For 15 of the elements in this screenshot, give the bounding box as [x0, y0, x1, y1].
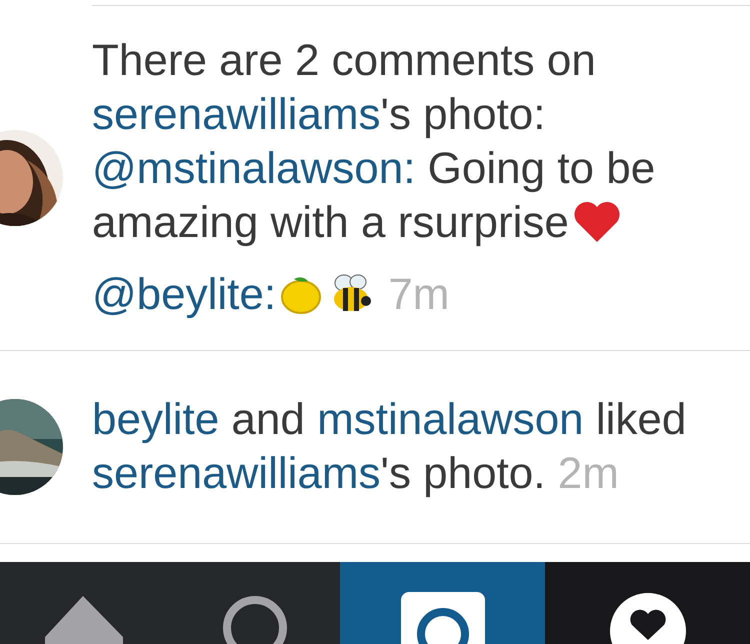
comment-text: @mstinalawson: Going to be amazing with a rsurprise [92, 143, 656, 249]
camera-icon[interactable] [400, 592, 486, 644]
like-notification: beylite and mstinalawson liked serenawilliams's photo. 2m [92, 394, 688, 500]
lemon-icon [280, 275, 322, 315]
username-link[interactable]: serenawilliams [92, 449, 381, 498]
comment-summary: There are 2 comments on serenawilliams's photo: [92, 35, 597, 141]
username-link[interactable]: @mstinalawson: [92, 144, 416, 193]
username-link[interactable]: mstinalawson [317, 395, 584, 444]
heart-icon [572, 201, 621, 243]
heart-icon[interactable] [608, 592, 686, 644]
username-link[interactable]: beylite [92, 395, 220, 444]
username-link[interactable]: serenawilliams [92, 90, 381, 139]
timestamp: 7m [388, 270, 450, 319]
username-link[interactable]: @beylite: [92, 270, 276, 319]
timestamp: 2m [558, 449, 619, 498]
